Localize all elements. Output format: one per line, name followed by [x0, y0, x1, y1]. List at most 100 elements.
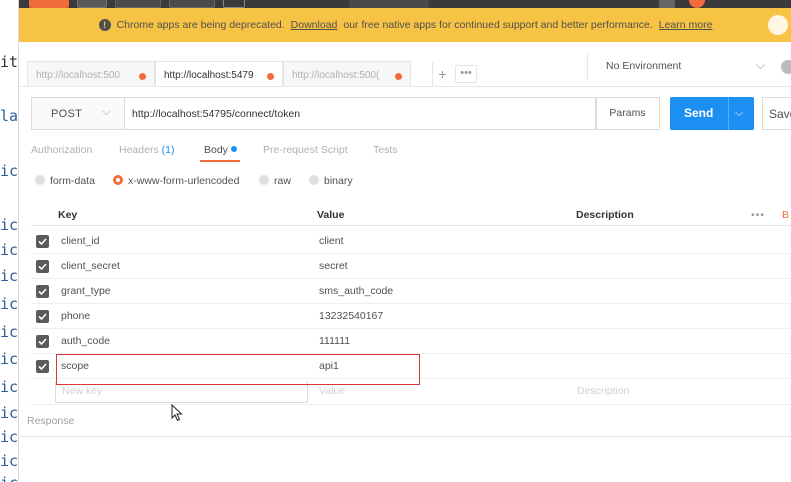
row-key[interactable]: auth_code: [61, 335, 110, 347]
table-row: client_secret secret: [31, 254, 791, 279]
banner-text: Chrome apps are being deprecated.: [116, 19, 285, 31]
more-tabs-icon[interactable]: •••: [455, 65, 477, 83]
download-link[interactable]: Download: [291, 19, 338, 31]
send-label: Send: [684, 106, 714, 120]
column-value: Value: [317, 209, 345, 221]
tab-headers[interactable]: Headers (1): [119, 144, 174, 156]
url-value: http://localhost:54795/connect/token: [132, 108, 301, 120]
code-line: ic: [0, 404, 19, 422]
new-button[interactable]: [29, 0, 69, 8]
top-toolbar: [19, 0, 791, 8]
postman-window: ! Chrome apps are being deprecated. Down…: [18, 0, 791, 482]
radio-off-icon: [35, 175, 45, 185]
radio-label: raw: [274, 175, 291, 187]
radio-raw[interactable]: raw: [259, 175, 291, 187]
column-key: Key: [58, 209, 78, 221]
radio-off-icon: [259, 175, 269, 185]
code-line: ic: [0, 474, 18, 482]
checkbox-checked-icon[interactable]: [36, 360, 49, 373]
row-value[interactable]: 13232540167: [319, 310, 383, 322]
row-value[interactable]: secret: [319, 260, 348, 272]
chevron-down-icon: ⌵: [755, 58, 765, 72]
row-key[interactable]: client_secret: [61, 260, 120, 272]
radio-on-icon: [113, 175, 123, 185]
more-options-icon[interactable]: •••: [751, 209, 765, 221]
tab-tests[interactable]: Tests: [373, 144, 398, 156]
settings-icon[interactable]: [659, 0, 675, 8]
column-description: Description: [576, 209, 634, 221]
send-options-chevron-icon[interactable]: ⌵: [735, 97, 743, 130]
close-banner-icon[interactable]: [768, 15, 788, 35]
unsaved-dot-icon: [139, 73, 146, 80]
add-tab-icon[interactable]: +: [432, 62, 452, 86]
team-library-tab[interactable]: [427, 0, 507, 8]
code-line: ic: [0, 216, 19, 234]
bulk-edit-link[interactable]: B: [782, 209, 789, 221]
tab-pre-request-script[interactable]: Pre-request Script: [263, 144, 348, 156]
tab-body-label: Body: [204, 144, 228, 156]
save-button[interactable]: Save: [762, 97, 791, 130]
row-value[interactable]: sms_auth_code: [319, 285, 393, 297]
code-line: ic: [0, 267, 19, 285]
eye-icon[interactable]: [781, 60, 791, 74]
row-key[interactable]: client_id: [61, 235, 100, 247]
code-line: ic: [0, 241, 19, 259]
response-label: Response: [27, 415, 75, 427]
checkbox-checked-icon[interactable]: [36, 335, 49, 348]
tab-body[interactable]: Body: [204, 144, 237, 156]
tab-headers-label: Headers: [119, 144, 159, 156]
request-tab-active[interactable]: http://localhost:5479: [155, 61, 283, 87]
params-button[interactable]: Params: [595, 97, 660, 130]
code-line: la: [0, 107, 19, 125]
code-line: ic: [0, 162, 19, 180]
runner-button[interactable]: [115, 0, 161, 8]
builder-tab[interactable]: [349, 0, 429, 8]
radio-urlencoded[interactable]: x-www-form-urlencoded: [113, 175, 239, 187]
learn-more-link[interactable]: Learn more: [659, 19, 713, 31]
checkbox-checked-icon[interactable]: [36, 310, 49, 323]
row-value[interactable]: client: [319, 235, 344, 247]
response-section: Response: [19, 404, 791, 437]
request-tab[interactable]: http://localhost:500: [27, 61, 155, 87]
table-row: phone 13232540167: [31, 304, 791, 329]
radio-label: binary: [324, 175, 353, 187]
method-select[interactable]: POST ⌵: [31, 97, 125, 130]
background-code-editor: it la ic ic ic ic ic ic ic ic ic ic ic i…: [0, 0, 20, 482]
layout-icon[interactable]: [77, 0, 107, 8]
radio-off-icon: [309, 175, 319, 185]
unsaved-dot-icon: [395, 73, 402, 80]
table-row: auth_code 111111: [31, 329, 791, 354]
deprecation-banner: ! Chrome apps are being deprecated. Down…: [19, 8, 791, 42]
environment-select[interactable]: No Environment ⌵: [587, 54, 773, 80]
radio-label: form-data: [50, 175, 95, 187]
import-button[interactable]: [169, 0, 215, 8]
row-value[interactable]: 111111: [319, 335, 350, 347]
url-input[interactable]: http://localhost:54795/connect/token: [125, 97, 597, 130]
send-button[interactable]: Send ⌵: [670, 97, 754, 130]
annotation-highlight-box: [56, 354, 420, 385]
code-line: it: [0, 53, 19, 71]
table-row: grant_type sms_auth_code: [31, 279, 791, 304]
sync-icon[interactable]: [689, 0, 705, 8]
warning-icon: !: [98, 19, 111, 31]
request-tab[interactable]: http://localhost:500(: [283, 61, 411, 87]
unsaved-dot-icon: [267, 73, 274, 80]
row-key[interactable]: phone: [61, 310, 90, 322]
checkbox-checked-icon[interactable]: [36, 235, 49, 248]
code-line: ic: [0, 378, 19, 396]
tab-authorization[interactable]: Authorization: [31, 144, 92, 156]
new-value-input[interactable]: Value: [319, 385, 345, 397]
radio-label: x-www-form-urlencoded: [128, 175, 240, 187]
radio-binary[interactable]: binary: [309, 175, 353, 187]
environment-label: No Environment: [606, 60, 682, 72]
new-description-input[interactable]: Description: [577, 385, 630, 397]
banner-text-after: our free native apps for continued suppo…: [343, 19, 653, 31]
new-window-icon[interactable]: [223, 0, 245, 8]
checkbox-checked-icon[interactable]: [36, 285, 49, 298]
chevron-down-icon: ⌵: [102, 106, 111, 118]
radio-form-data[interactable]: form-data: [35, 175, 95, 187]
checkbox-checked-icon[interactable]: [36, 260, 49, 273]
table-header: Key Value Description ••• B: [31, 204, 791, 226]
send-divider: [728, 97, 729, 130]
row-key[interactable]: grant_type: [61, 285, 111, 297]
